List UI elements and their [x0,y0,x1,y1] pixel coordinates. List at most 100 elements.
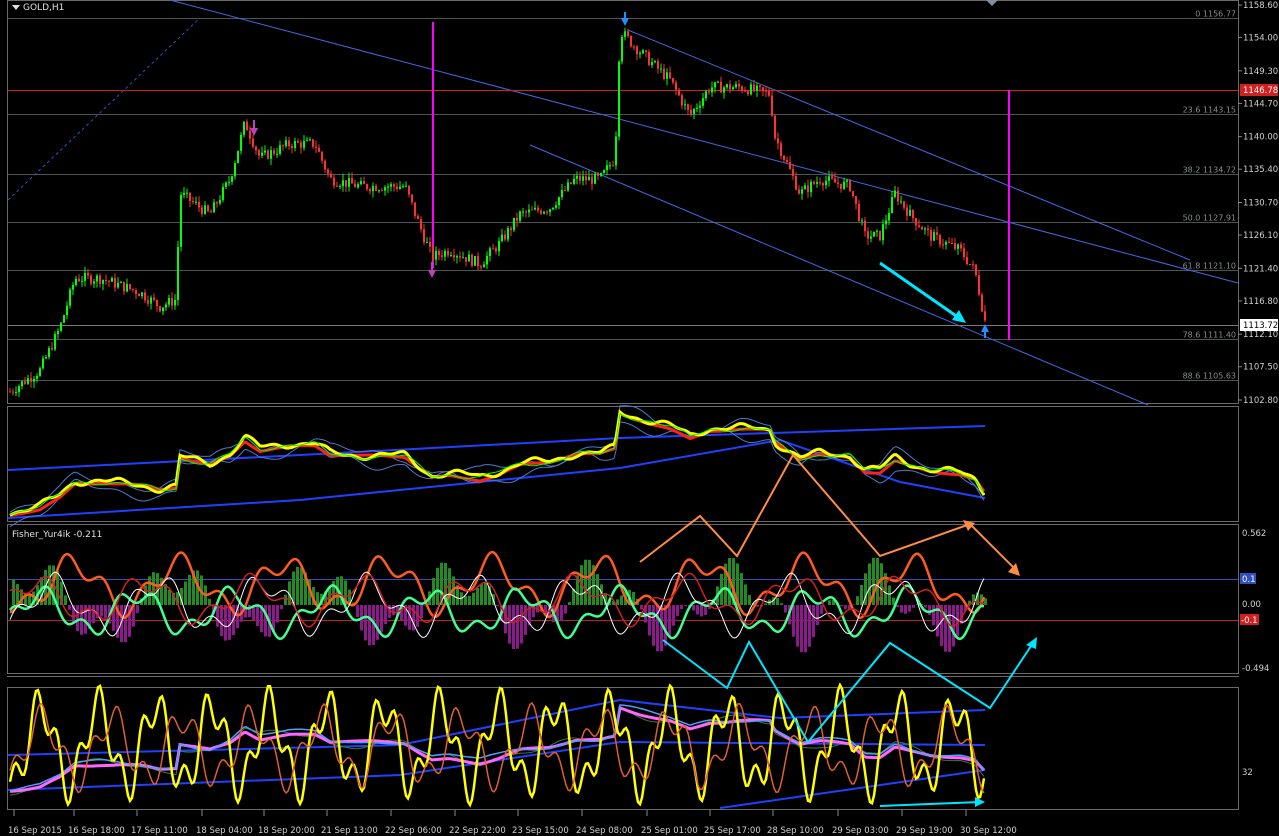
time-axis-label: 25 Sep 17:00 [704,826,761,836]
candle-body [558,197,560,206]
upper-band-line [7,425,986,471]
candle-body [177,246,179,300]
candle-body [747,91,749,95]
candle-body [579,175,581,181]
histogram-bar [508,605,511,644]
price-axis-label: 1140.00 [1243,133,1278,143]
candle-body [684,104,686,106]
candle-body [888,212,890,221]
channel-lower-line[interactable] [529,144,1149,406]
scroll-marker-icon[interactable] [986,0,998,6]
candle-body [666,72,668,79]
candle-body [516,217,518,221]
candle-body [831,176,833,179]
candle-body [312,139,314,147]
candle-body [96,275,98,282]
candle-body [852,191,854,197]
candle-body [690,109,692,114]
candle-body [585,176,587,181]
candle-body [567,182,569,191]
candle-body [390,184,392,187]
candle-body [180,194,182,247]
price-axis-label: 1121.40 [1243,264,1278,274]
candle-body [267,150,269,159]
candle-body [699,105,701,108]
histogram-bar [152,572,155,605]
candle-body [891,197,893,213]
middle-band-line [7,740,986,791]
candle-body [351,178,353,184]
current-price-value: 1113.72 [1243,321,1278,331]
candle-body [972,264,974,266]
candle-body [384,187,386,191]
candle-body [18,386,20,393]
candle-body [342,180,344,187]
candle-body [648,52,650,66]
candle-body [201,207,203,214]
histogram-bar [476,587,479,605]
fib-level-label: 23.6 1143.15 [1183,106,1236,115]
candle-body [204,205,206,214]
arrowhead-icon [952,310,966,323]
candle-body [639,53,641,55]
candle-body [486,255,488,265]
histogram-bar [516,605,519,649]
price-axis-label: 1135.40 [1243,165,1278,175]
histogram-bar [844,605,847,610]
candle-body [777,138,779,144]
fib-level-label: 38.2 1134.72 [1183,166,1236,175]
histogram-bar [792,605,795,637]
dashed-trend-line[interactable] [7,17,201,201]
candle-body [864,220,866,232]
candle-body [678,89,680,96]
candle-body [216,202,218,204]
candle-body [33,378,35,382]
candle-body [915,218,917,226]
candle-body [858,203,860,222]
candle-body [798,189,800,194]
dropdown-triangle-icon[interactable] [12,5,20,10]
candle-body [903,201,905,208]
candle-body [750,84,752,95]
candle-body [633,46,635,48]
candle-body [162,307,164,312]
time-axis-label: 22 Sep 06:00 [385,826,442,836]
histogram-bar [76,605,79,632]
fisher-title: Fisher_Yur4ik -0.211 [12,530,102,540]
candle-body [159,306,161,312]
candle-body [261,152,263,156]
gold-h1-chart[interactable]: 0 1156.77 23.6 1143.15 38.2 1134.72 50.0 11… [0,0,1279,836]
candle-body [405,185,407,187]
symbol-title[interactable]: GOLD,H1 [12,3,64,13]
price-axis: 1158.60 1154.00 1149.30 1144.70 1140.00 1135.… [1238,1,1278,406]
candle-body [843,181,845,189]
candle-body [63,315,65,323]
time-axis-label: 18 Sep 04:00 [196,826,253,836]
candle-body [591,176,593,184]
price-axis-label: 1112.10 [1243,330,1278,340]
candlesticks [9,27,986,398]
candle-body [753,84,755,91]
candle-body [441,255,443,257]
histogram-bar [676,605,679,616]
histogram-bar [648,605,651,636]
histogram-bar [684,605,687,607]
histogram-bar [860,585,863,605]
channel-top-line[interactable] [627,29,1191,261]
histogram-bar [104,605,107,619]
candle-body [423,229,425,243]
candle-body [759,85,761,88]
histogram-bar [376,605,379,640]
candle-body [141,292,143,297]
candle-body [849,180,851,192]
histogram-bar [620,595,623,605]
price-axis-label: 1102.80 [1243,396,1278,406]
candle-body [192,201,194,203]
candle-body [132,288,134,291]
candle-body [396,186,398,189]
candle-body [219,199,221,204]
fisher-axis-bottom: -0.494 [1242,664,1269,674]
price-axis-label: 1126.10 [1243,231,1278,241]
candle-body [174,299,176,306]
channel-upper-line[interactable] [169,0,1239,284]
